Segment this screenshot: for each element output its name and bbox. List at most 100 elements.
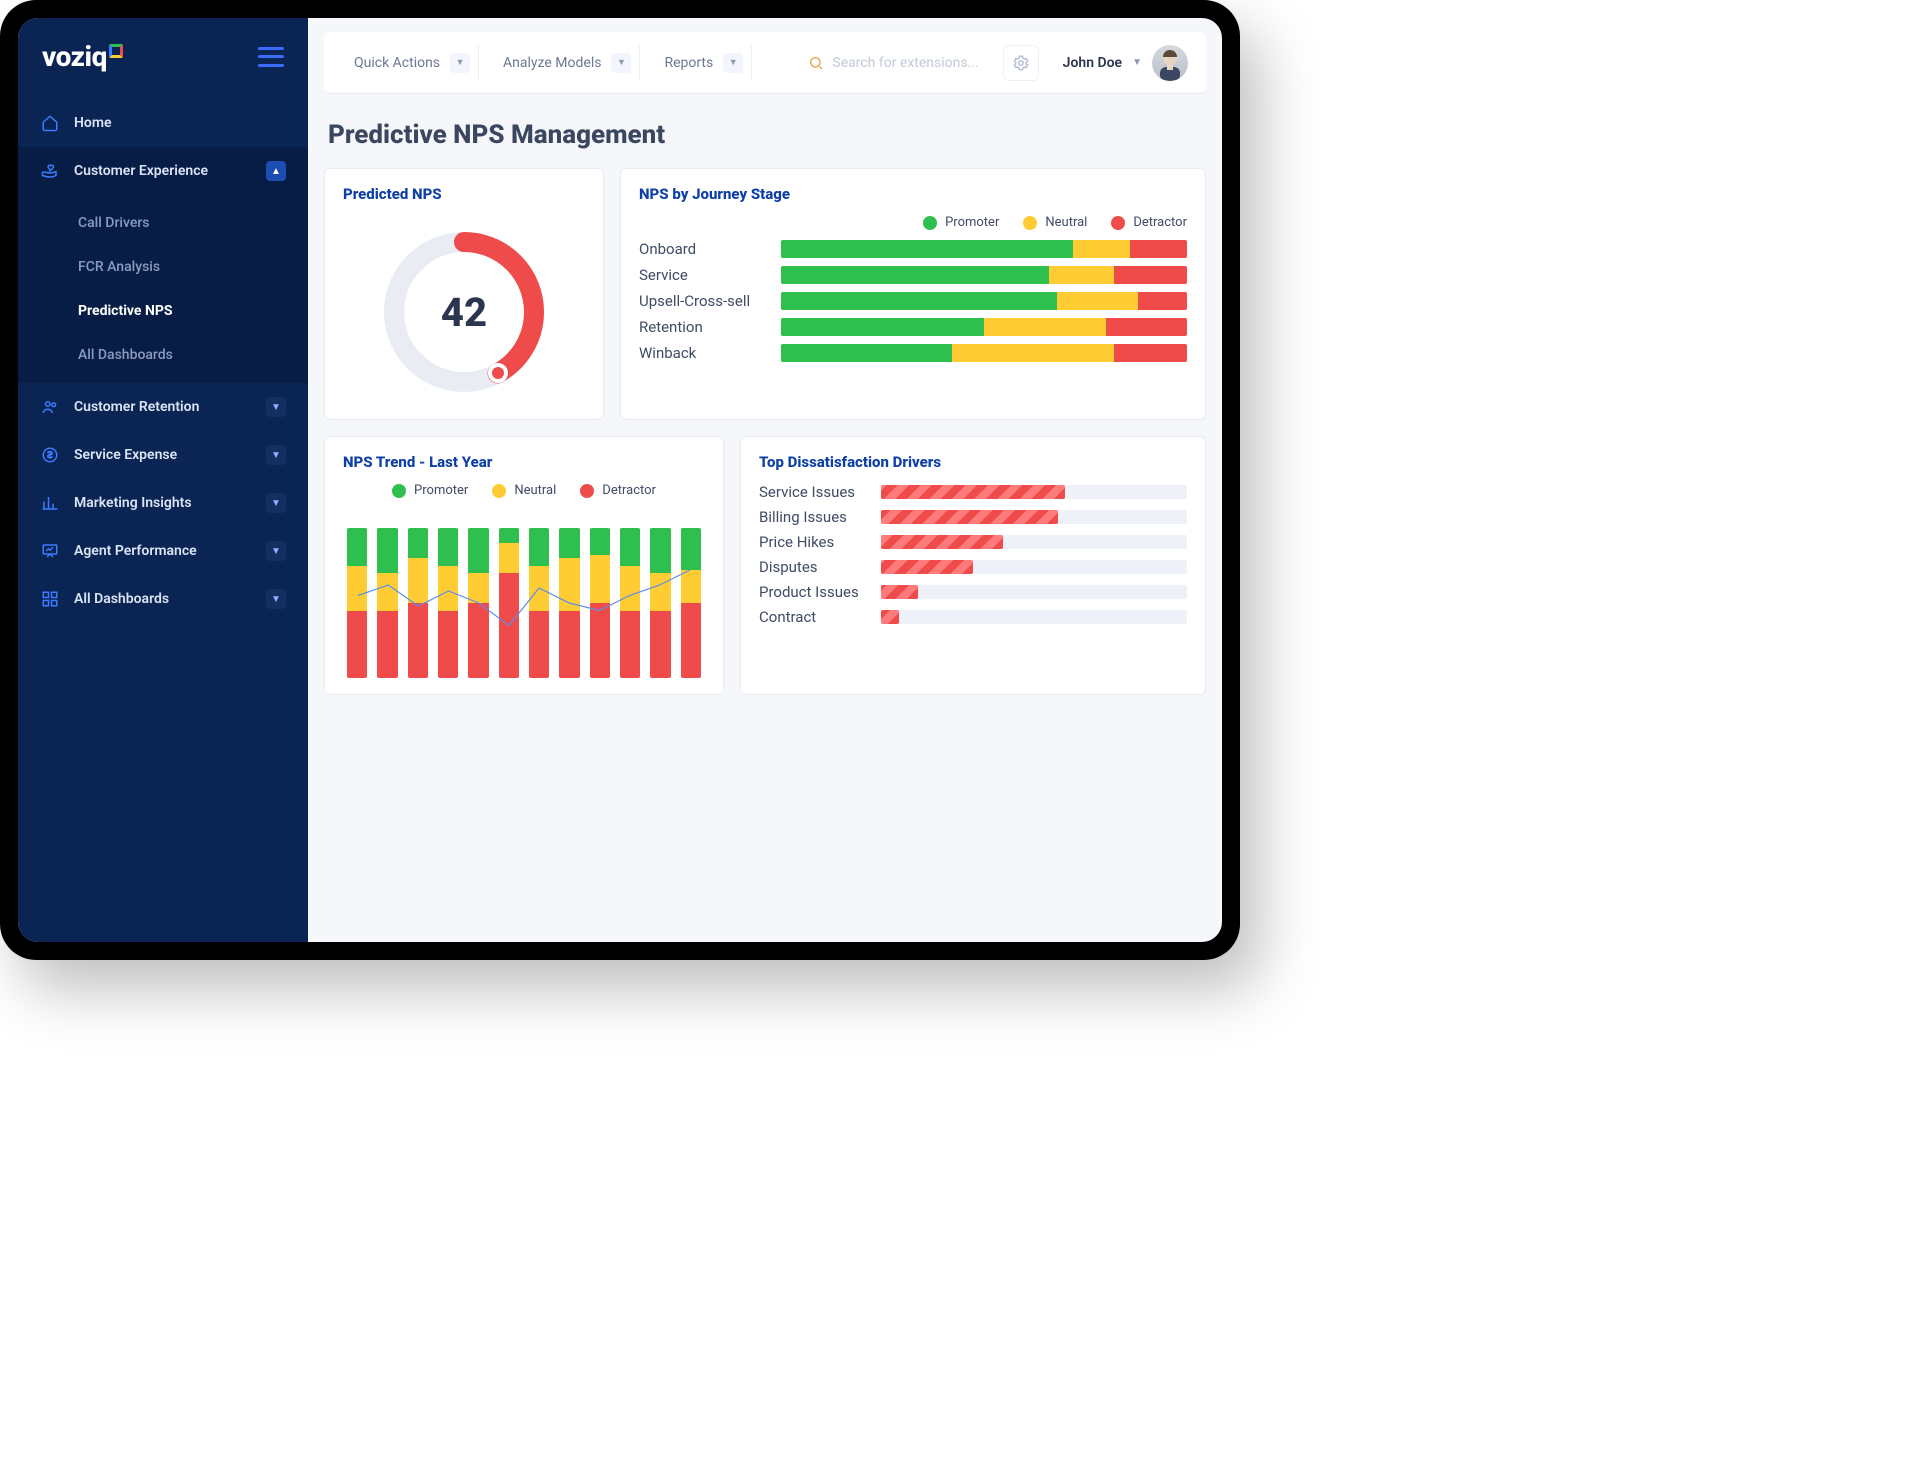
chevron-down-icon: ▼ bbox=[266, 445, 286, 465]
gauge-knob-icon bbox=[488, 363, 508, 383]
dropdown-label: Analyze Models bbox=[503, 55, 601, 71]
user-menu[interactable]: John Doe ▼ bbox=[1051, 45, 1188, 81]
driver-row: Service Issues bbox=[759, 483, 1187, 501]
driver-bar bbox=[881, 510, 1187, 524]
driver-bar bbox=[881, 585, 1187, 599]
trend-column bbox=[590, 528, 610, 678]
sidebar-item-marketing-insights[interactable]: Marketing Insights ▼ bbox=[18, 479, 308, 527]
presentation-icon bbox=[40, 541, 60, 561]
avatar bbox=[1152, 45, 1188, 81]
driver-row: Price Hikes bbox=[759, 533, 1187, 551]
driver-label: Price Hikes bbox=[759, 533, 869, 551]
card-title: NPS by Journey Stage bbox=[639, 185, 1187, 203]
stacked-bar bbox=[781, 240, 1187, 258]
home-icon bbox=[40, 113, 60, 133]
driver-label: Billing Issues bbox=[759, 508, 869, 526]
grid-icon bbox=[40, 589, 60, 609]
card-trend: NPS Trend - Last Year Promoter Neutral D… bbox=[324, 436, 724, 695]
nav-label: Call Drivers bbox=[78, 215, 149, 231]
quick-actions-dropdown[interactable]: Quick Actions ▼ bbox=[342, 45, 479, 81]
driver-bar bbox=[881, 560, 1187, 574]
gear-icon bbox=[1012, 54, 1030, 72]
trend-column bbox=[347, 528, 367, 678]
sidebar-item-agent-performance[interactable]: Agent Performance ▼ bbox=[18, 527, 308, 575]
swatch-neutral-icon bbox=[492, 484, 506, 498]
hand-heart-icon bbox=[40, 161, 60, 181]
driver-label: Product Issues bbox=[759, 583, 869, 601]
sidebar-item-all-dashboards-sub[interactable]: All Dashboards bbox=[18, 333, 308, 377]
sidebar-submenu: Call Drivers FCR Analysis Predictive NPS… bbox=[18, 195, 308, 383]
trend-column bbox=[529, 528, 549, 678]
trend-column bbox=[681, 528, 701, 678]
trend-column bbox=[499, 528, 519, 678]
settings-button[interactable] bbox=[1003, 45, 1039, 81]
chevron-down-icon: ▼ bbox=[450, 53, 470, 73]
main: Quick Actions ▼ Analyze Models ▼ Reports… bbox=[308, 18, 1222, 942]
nav-label: Agent Performance bbox=[74, 543, 197, 559]
chevron-down-icon: ▼ bbox=[1132, 57, 1142, 68]
trend-column bbox=[559, 528, 579, 678]
driver-bar bbox=[881, 610, 1187, 624]
nav-label: Predictive NPS bbox=[78, 303, 172, 319]
gauge-chart: 42 bbox=[379, 227, 549, 397]
chart-icon bbox=[40, 493, 60, 513]
nav-label: FCR Analysis bbox=[78, 259, 160, 275]
trend-column bbox=[438, 528, 458, 678]
menu-toggle-icon[interactable] bbox=[258, 47, 284, 67]
nav-label: Customer Experience bbox=[74, 163, 208, 179]
chevron-down-icon: ▼ bbox=[266, 493, 286, 513]
card-journey: NPS by Journey Stage Promoter Neutral De… bbox=[620, 168, 1206, 420]
nav-label: Home bbox=[74, 115, 112, 131]
driver-row: Product Issues bbox=[759, 583, 1187, 601]
journey-label: Winback bbox=[639, 344, 769, 362]
trend-column bbox=[620, 528, 640, 678]
card-title: NPS Trend - Last Year bbox=[343, 453, 705, 471]
search-input[interactable]: Search for extensions... bbox=[796, 55, 990, 71]
drivers-bars: Service IssuesBilling IssuesPrice HikesD… bbox=[759, 483, 1187, 626]
sidebar-item-customer-retention[interactable]: Customer Retention ▼ bbox=[18, 383, 308, 431]
journey-label: Onboard bbox=[639, 240, 769, 258]
stacked-bar bbox=[781, 318, 1187, 336]
sidebar-item-service-expense[interactable]: Service Expense ▼ bbox=[18, 431, 308, 479]
nav-label: All Dashboards bbox=[74, 591, 169, 607]
sidebar-item-home[interactable]: Home bbox=[18, 99, 308, 147]
sidebar-item-customer-experience[interactable]: Customer Experience ▲ bbox=[18, 147, 308, 195]
users-icon bbox=[40, 397, 60, 417]
reports-dropdown[interactable]: Reports ▼ bbox=[652, 45, 752, 81]
sidebar-item-fcr-analysis[interactable]: FCR Analysis bbox=[18, 245, 308, 289]
trend-column bbox=[650, 528, 670, 678]
swatch-detractor-icon bbox=[580, 484, 594, 498]
nav-label: Marketing Insights bbox=[74, 495, 192, 511]
nav-label: Service Expense bbox=[74, 447, 177, 463]
trend-column bbox=[468, 528, 488, 678]
topbar: Quick Actions ▼ Analyze Models ▼ Reports… bbox=[324, 32, 1206, 94]
sidebar-item-call-drivers[interactable]: Call Drivers bbox=[18, 201, 308, 245]
driver-row: Billing Issues bbox=[759, 508, 1187, 526]
legend: Promoter Neutral Detractor bbox=[639, 215, 1187, 230]
journey-row: Retention bbox=[639, 318, 1187, 336]
logo-mark-icon bbox=[109, 44, 123, 58]
chevron-up-icon: ▲ bbox=[266, 161, 286, 181]
analyze-models-dropdown[interactable]: Analyze Models ▼ bbox=[491, 45, 640, 81]
journey-label: Service bbox=[639, 266, 769, 284]
sidebar-item-predictive-nps[interactable]: Predictive NPS bbox=[18, 289, 308, 333]
driver-label: Contract bbox=[759, 608, 869, 626]
card-title: Top Dissatisfaction Drivers bbox=[759, 453, 1187, 471]
journey-label: Upsell-Cross-sell bbox=[639, 292, 769, 310]
user-name: John Doe bbox=[1063, 55, 1122, 71]
sidebar-item-all-dashboards[interactable]: All Dashboards ▼ bbox=[18, 575, 308, 623]
card-predicted-nps: Predicted NPS 42 bbox=[324, 168, 604, 420]
card-title: Predicted NPS bbox=[343, 185, 585, 203]
swatch-promoter-icon bbox=[392, 484, 406, 498]
journey-row: Service bbox=[639, 266, 1187, 284]
nav-label: Customer Retention bbox=[74, 399, 199, 415]
chevron-down-icon: ▼ bbox=[266, 541, 286, 561]
stacked-bar bbox=[781, 344, 1187, 362]
page-title: Predictive NPS Management bbox=[328, 120, 1202, 150]
sidebar: voziq Home Customer Experience ▲ bbox=[18, 18, 308, 942]
dropdown-label: Quick Actions bbox=[354, 55, 440, 71]
dropdown-label: Reports bbox=[664, 55, 713, 71]
chevron-down-icon: ▼ bbox=[611, 53, 631, 73]
chevron-down-icon: ▼ bbox=[723, 53, 743, 73]
trend-column bbox=[377, 528, 397, 678]
